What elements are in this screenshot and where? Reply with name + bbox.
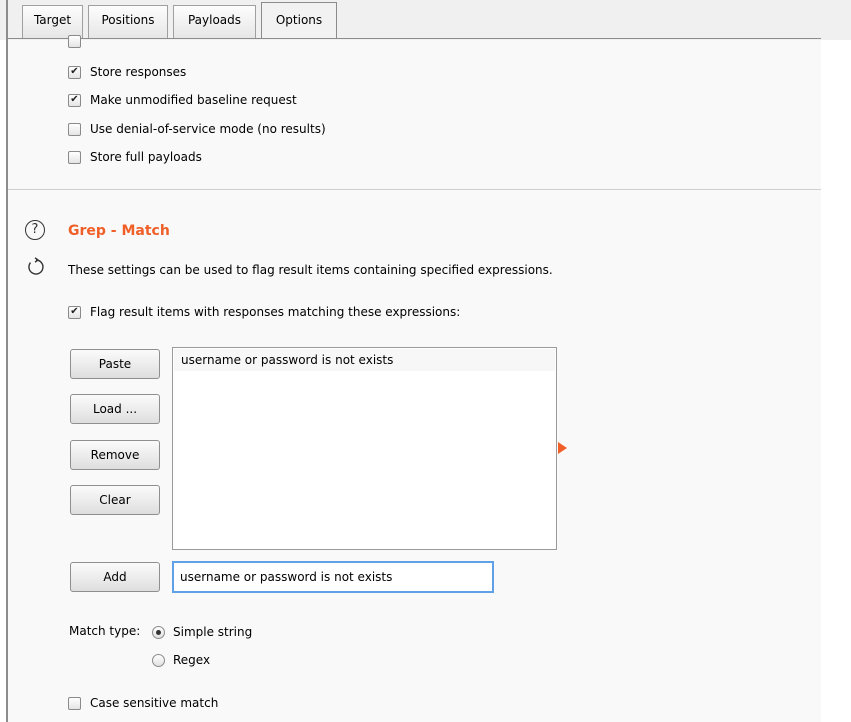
option-case-sensitive[interactable]: Case sensitive match xyxy=(68,694,218,712)
option-label: Make unmodified baseline request xyxy=(90,93,297,107)
clear-button[interactable]: Clear xyxy=(70,485,160,515)
tab-bar-border xyxy=(8,38,821,39)
tab-positions[interactable]: Positions xyxy=(88,5,168,38)
tab-bar: Target Positions Payloads Options xyxy=(0,0,851,40)
radio-button-regex[interactable] xyxy=(152,653,165,667)
option-label: Case sensitive match xyxy=(90,696,219,710)
option-store-responses[interactable]: ✔ Store responses xyxy=(68,63,186,81)
radio-button-simple-string[interactable] xyxy=(152,625,165,639)
option-flag-results[interactable]: ✔ Flag result items with responses match… xyxy=(68,303,460,321)
option-label: Store full payloads xyxy=(90,150,202,164)
checkbox-store-full-payloads[interactable] xyxy=(68,150,81,164)
option-label: Store responses xyxy=(90,65,187,79)
clipped-option xyxy=(68,32,90,50)
checkbox-case-sensitive[interactable] xyxy=(68,696,81,710)
option-baseline-request[interactable]: ✔ Make unmodified baseline request xyxy=(68,91,297,109)
checkbox-flag-results[interactable]: ✔ xyxy=(68,305,81,319)
section-title: Grep - Match xyxy=(68,223,170,239)
load-button[interactable]: Load ... xyxy=(70,394,160,424)
options-panel: ✔ Store responses ✔ Make unmodified base… xyxy=(8,34,821,722)
checkbox-dos-mode[interactable] xyxy=(68,122,81,136)
list-item[interactable]: username or password is not exists xyxy=(174,349,555,371)
radio-label: Simple string xyxy=(173,625,253,639)
paste-button[interactable]: Paste xyxy=(70,349,160,379)
section-description: These settings can be used to flag resul… xyxy=(68,263,553,277)
match-type-label: Match type: xyxy=(69,624,141,638)
option-dos-mode[interactable]: Use denial-of-service mode (no results) xyxy=(68,120,326,138)
checkbox-baseline-request[interactable]: ✔ xyxy=(68,93,81,107)
tab-payloads[interactable]: Payloads xyxy=(173,5,256,38)
option-store-full-payloads[interactable]: Store full payloads xyxy=(68,148,202,166)
radio-simple-string[interactable]: Simple string xyxy=(152,623,252,641)
option-label: Flag result items with responses matchin… xyxy=(90,305,461,319)
tab-options[interactable]: Options xyxy=(261,2,337,39)
radio-regex[interactable]: Regex xyxy=(152,651,210,669)
right-gutter xyxy=(821,40,851,722)
expression-input[interactable] xyxy=(172,561,494,593)
help-icon[interactable]: ? xyxy=(25,220,45,240)
radio-label: Regex xyxy=(173,653,211,667)
expressions-list[interactable]: username or password is not exists xyxy=(172,347,557,550)
arrow-right-icon xyxy=(558,442,567,454)
option-label: Use denial-of-service mode (no results) xyxy=(90,122,326,136)
remove-button[interactable]: Remove xyxy=(70,440,160,470)
checkbox-store-responses[interactable]: ✔ xyxy=(68,65,81,79)
checkbox-clipped xyxy=(68,34,81,48)
section-divider xyxy=(8,189,821,190)
refresh-icon[interactable] xyxy=(26,257,46,277)
add-button[interactable]: Add xyxy=(70,562,160,592)
